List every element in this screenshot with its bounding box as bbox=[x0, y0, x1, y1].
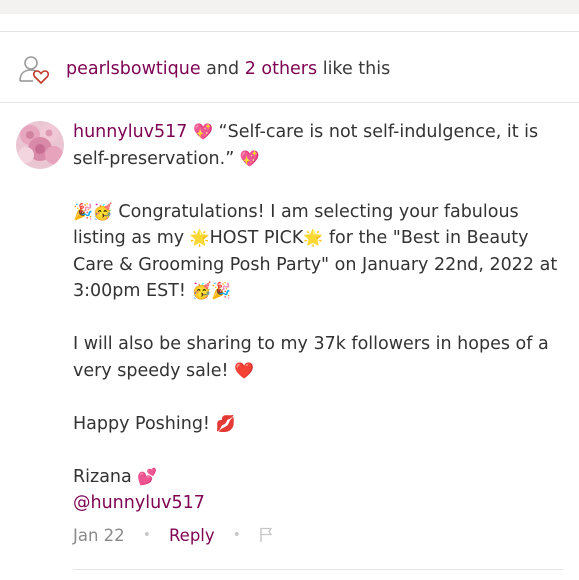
comment-paragraph: I will also be sharing to my 37k followe… bbox=[73, 331, 563, 384]
likes-connector: and bbox=[206, 59, 240, 79]
party-popper-emoji: 🎉 bbox=[73, 201, 93, 221]
avatar-image bbox=[16, 121, 64, 169]
likes-text: pearlsbowtique and 2 others like this bbox=[66, 59, 390, 79]
comment-signature-handle: @hunnyluv517 bbox=[73, 490, 563, 517]
comment-text: I will also be sharing to my 37k followe… bbox=[73, 334, 549, 381]
host-pick-label: HOST PICK bbox=[209, 228, 304, 248]
flag-icon[interactable] bbox=[259, 527, 273, 543]
likes-row: pearlsbowtique and 2 others like this bbox=[18, 52, 390, 86]
comment-date: Jan 22 bbox=[73, 525, 125, 545]
comment-signature: Rizana 💕 bbox=[73, 464, 563, 491]
liker-link[interactable]: pearlsbowtique bbox=[66, 59, 201, 79]
kiss-mark-emoji: 💋 bbox=[215, 413, 236, 433]
comment-paragraph: 🎉🥳 Congratulations! I am selecting your … bbox=[73, 199, 563, 305]
partying-face-emoji: 🥳 bbox=[92, 201, 113, 221]
reply-button[interactable]: Reply bbox=[169, 526, 215, 545]
comment-meta: Jan 22 • Reply • bbox=[73, 522, 273, 548]
comment-body: hunnyluv517 💖 “Self-care is not self-ind… bbox=[73, 119, 563, 517]
sparkling-heart-emoji: 💖 bbox=[239, 148, 260, 168]
user-heart-icon[interactable] bbox=[18, 53, 50, 85]
comment-username[interactable]: hunnyluv517 bbox=[73, 122, 187, 142]
divider bbox=[0, 102, 579, 103]
comment-paragraph: Happy Poshing! 💋 bbox=[73, 411, 563, 438]
divider bbox=[73, 569, 563, 570]
separator-dot: • bbox=[142, 527, 151, 543]
separator-dot: • bbox=[232, 527, 241, 543]
glowing-star-emoji: 🌟 bbox=[303, 228, 324, 247]
others-link[interactable]: 2 others bbox=[245, 59, 317, 79]
sparkling-heart-emoji: 💖 bbox=[193, 122, 213, 141]
signature-handle[interactable]: @hunnyluv517 bbox=[73, 493, 205, 513]
likes-suffix: like this bbox=[322, 59, 391, 79]
comment-text: Happy Poshing! bbox=[73, 413, 210, 434]
signature-name: Rizana bbox=[73, 466, 132, 487]
glowing-star-emoji: 🌟 bbox=[189, 228, 210, 247]
red-heart-emoji: ❤️ bbox=[234, 360, 255, 380]
party-popper-emoji: 🎉 bbox=[211, 281, 232, 300]
two-hearts-emoji: 💕 bbox=[137, 466, 158, 486]
partying-face-emoji: 🥳 bbox=[191, 281, 212, 300]
top-band bbox=[0, 0, 579, 14]
avatar[interactable] bbox=[16, 121, 64, 169]
divider bbox=[0, 31, 579, 32]
comment-quote-line: hunnyluv517 💖 “Self-care is not self-ind… bbox=[73, 119, 563, 172]
